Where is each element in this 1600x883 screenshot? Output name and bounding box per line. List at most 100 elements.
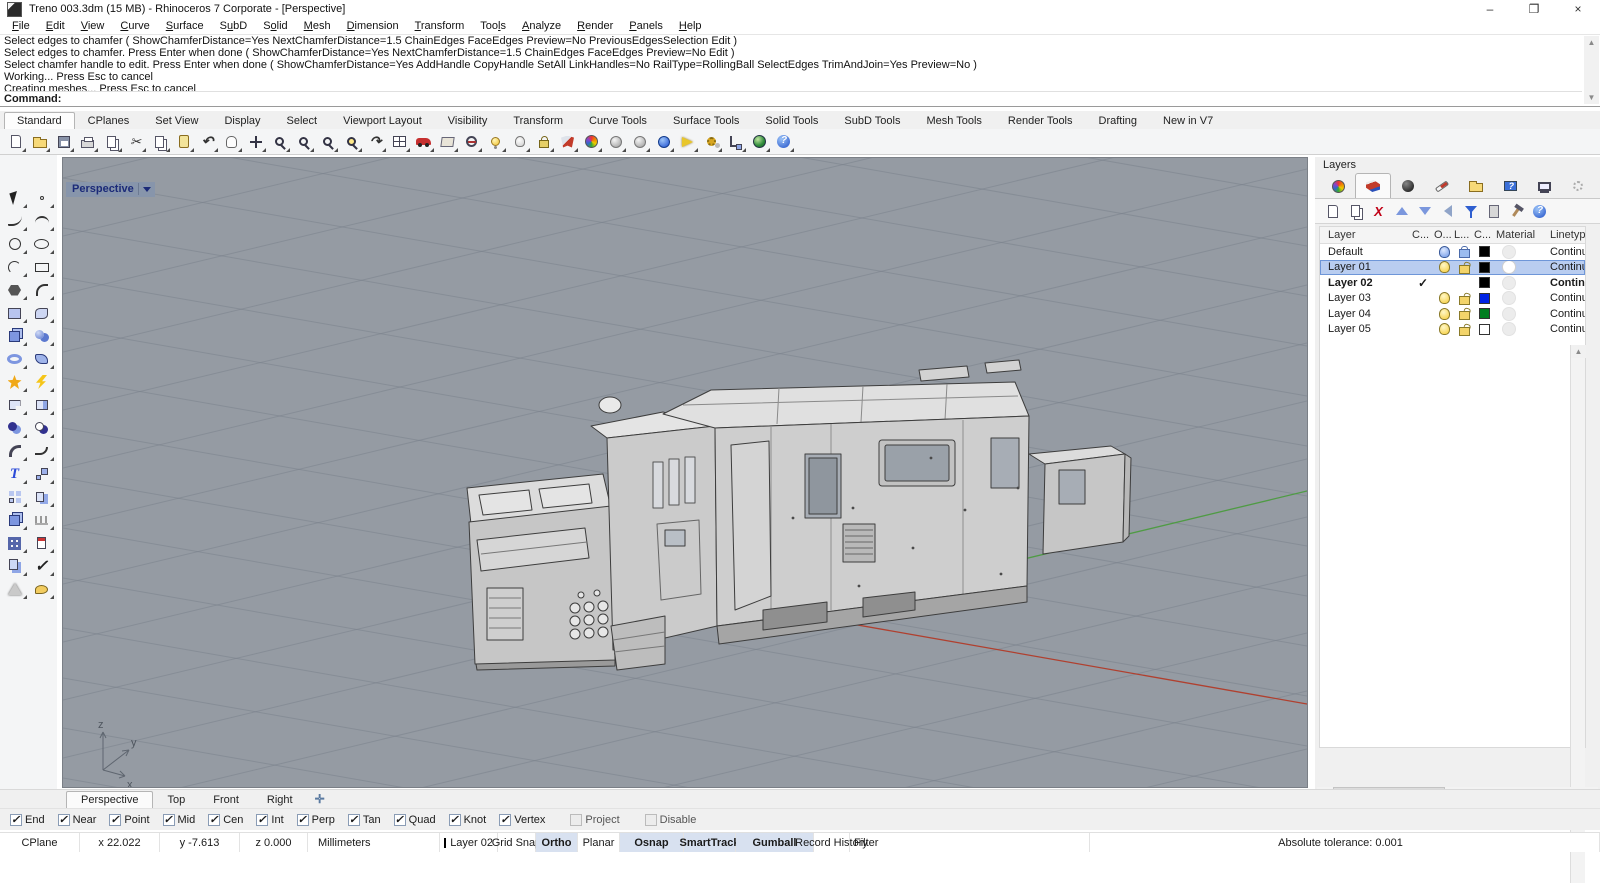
osnap-end[interactable]: End <box>10 814 45 826</box>
tab-drafting[interactable]: Drafting <box>1086 112 1151 129</box>
layer-tools-button[interactable] <box>1505 201 1528 221</box>
tab-standard[interactable]: Standard <box>4 112 75 129</box>
layer-row[interactable]: Layer 04 Continu <box>1320 306 1585 322</box>
export-button[interactable] <box>100 131 123 153</box>
arc-tool[interactable] <box>2 256 28 278</box>
layer-color-swatch[interactable] <box>1479 262 1490 273</box>
layer-color-swatch[interactable] <box>1479 324 1490 335</box>
checkbox-icon[interactable] <box>163 814 175 826</box>
new-layer-button[interactable] <box>1321 201 1344 221</box>
layer-name[interactable]: Layer 05 <box>1320 323 1412 335</box>
status-tolerance[interactable]: Absolute tolerance: 0.001 <box>1090 833 1591 852</box>
layer-linetype[interactable]: Continu <box>1550 277 1585 289</box>
match-layer-button[interactable] <box>1482 201 1505 221</box>
panel-tab-settings[interactable] <box>1561 174 1595 198</box>
status-z[interactable]: z 0.000 <box>240 833 308 852</box>
layer-color-swatch[interactable] <box>1479 308 1490 319</box>
rectangle-tool[interactable] <box>29 256 55 278</box>
command-area[interactable]: Select edges to chamfer ( ShowChamferDis… <box>0 35 1600 107</box>
checkbox-icon[interactable] <box>570 814 582 826</box>
zoom-window-button[interactable] <box>316 131 339 153</box>
array-tool[interactable] <box>2 486 28 508</box>
sphere-tool[interactable] <box>29 325 55 347</box>
earth-anchor-button[interactable] <box>748 131 771 153</box>
tab-set-view[interactable]: Set View <box>142 112 211 129</box>
status-empty[interactable] <box>1591 833 1600 852</box>
panel-tab-properties[interactable] <box>1321 174 1355 198</box>
tab-new-in-v7[interactable]: New in V7 <box>1150 112 1226 129</box>
options-button[interactable] <box>700 131 723 153</box>
move-layer-down-button[interactable] <box>1413 201 1436 221</box>
curve-through-points-tool[interactable] <box>29 210 55 232</box>
layer-material-icon[interactable] <box>1502 291 1516 305</box>
add-viewport-tab-icon[interactable]: ✛ <box>307 790 333 808</box>
layer-visibility-bulb-icon[interactable] <box>1439 323 1450 335</box>
status-ortho[interactable]: Ortho <box>536 833 578 852</box>
lasso-tool[interactable] <box>29 578 55 600</box>
torus-tool[interactable] <box>2 348 28 370</box>
extend-curve-tool[interactable] <box>29 440 55 462</box>
osnap-tan[interactable]: Tan <box>348 814 381 826</box>
train-model[interactable] <box>467 360 1131 670</box>
explode-tool[interactable] <box>2 371 28 393</box>
layer-linetype[interactable]: Continu <box>1550 308 1585 320</box>
render-button[interactable] <box>652 131 675 153</box>
status-units[interactable]: Millimeters <box>308 833 440 852</box>
zoom-selected-button[interactable] <box>340 131 363 153</box>
command-scrollbar[interactable]: ▲ ▼ <box>1584 36 1599 104</box>
viewport-tab-top[interactable]: Top <box>153 792 199 808</box>
zoom-dynamic-button[interactable] <box>292 131 315 153</box>
command-prompt[interactable]: Command: <box>4 91 1582 106</box>
menu-transform[interactable]: Transform <box>407 19 473 33</box>
menu-solid[interactable]: Solid <box>255 19 295 33</box>
layer-lock-icon[interactable] <box>1459 265 1470 274</box>
layer-material-icon[interactable] <box>1502 307 1516 321</box>
scroll-up-icon[interactable]: ▲ <box>1584 36 1599 49</box>
open-file-button[interactable] <box>28 131 51 153</box>
text-tool[interactable] <box>2 463 28 485</box>
cone-tool[interactable] <box>2 578 28 600</box>
scroll-down-icon[interactable]: ▼ <box>1584 91 1599 104</box>
layer-row[interactable]: Layer 03 Continu <box>1320 291 1585 307</box>
surface-from-points-tool[interactable] <box>2 302 28 324</box>
offset-tool[interactable] <box>29 486 55 508</box>
osnap-knot[interactable]: Knot <box>449 814 487 826</box>
checkbox-icon[interactable] <box>449 814 461 826</box>
status-layer[interactable]: Layer 02 <box>440 833 498 852</box>
layer-lock-icon[interactable] <box>1459 249 1470 258</box>
panel-tab-help[interactable] <box>1493 174 1527 198</box>
print-button[interactable] <box>76 131 99 153</box>
menu-curve[interactable]: Curve <box>112 19 157 33</box>
checkbox-icon[interactable] <box>394 814 406 826</box>
box-tool[interactable] <box>2 325 28 347</box>
status-planar[interactable]: Planar <box>578 833 620 852</box>
osnap-point[interactable]: Point <box>109 814 149 826</box>
layer-lock-icon[interactable] <box>1459 327 1470 336</box>
menu-help[interactable]: Help <box>671 19 710 33</box>
tab-subd-tools[interactable]: SubD Tools <box>831 112 913 129</box>
tab-select[interactable]: Select <box>274 112 331 129</box>
layer-color-swatch[interactable] <box>1479 277 1490 288</box>
help-button[interactable] <box>772 131 795 153</box>
layer-visibility-bulb-icon[interactable] <box>1439 246 1450 258</box>
array-rectangular-tool[interactable] <box>2 532 28 554</box>
fillet-edge-tool[interactable] <box>2 440 28 462</box>
layer-visibility-bulb-icon[interactable] <box>1439 308 1450 320</box>
check-tool[interactable] <box>29 555 55 577</box>
layer-lock-icon[interactable] <box>1459 311 1470 320</box>
checkbox-icon[interactable] <box>499 814 511 826</box>
layer-linetype[interactable]: Continu <box>1550 246 1585 258</box>
tab-curve-tools[interactable]: Curve Tools <box>576 112 660 129</box>
named-views-button[interactable] <box>412 131 435 153</box>
cut-button[interactable] <box>124 131 147 153</box>
layer-visibility-bulb-icon[interactable] <box>1439 292 1450 304</box>
osnap-int[interactable]: Int <box>256 814 283 826</box>
layer-material-icon[interactable] <box>1502 260 1516 274</box>
status-cplane[interactable]: CPlane <box>0 833 80 852</box>
tab-cplanes[interactable]: CPlanes <box>75 112 143 129</box>
fillet-curve-tool[interactable] <box>29 279 55 301</box>
layer-name[interactable]: Layer 04 <box>1320 308 1412 320</box>
viewport-layout-button[interactable] <box>388 131 411 153</box>
status-filter[interactable]: Filter <box>850 833 1090 852</box>
layer-name[interactable]: Layer 01 <box>1320 261 1412 273</box>
